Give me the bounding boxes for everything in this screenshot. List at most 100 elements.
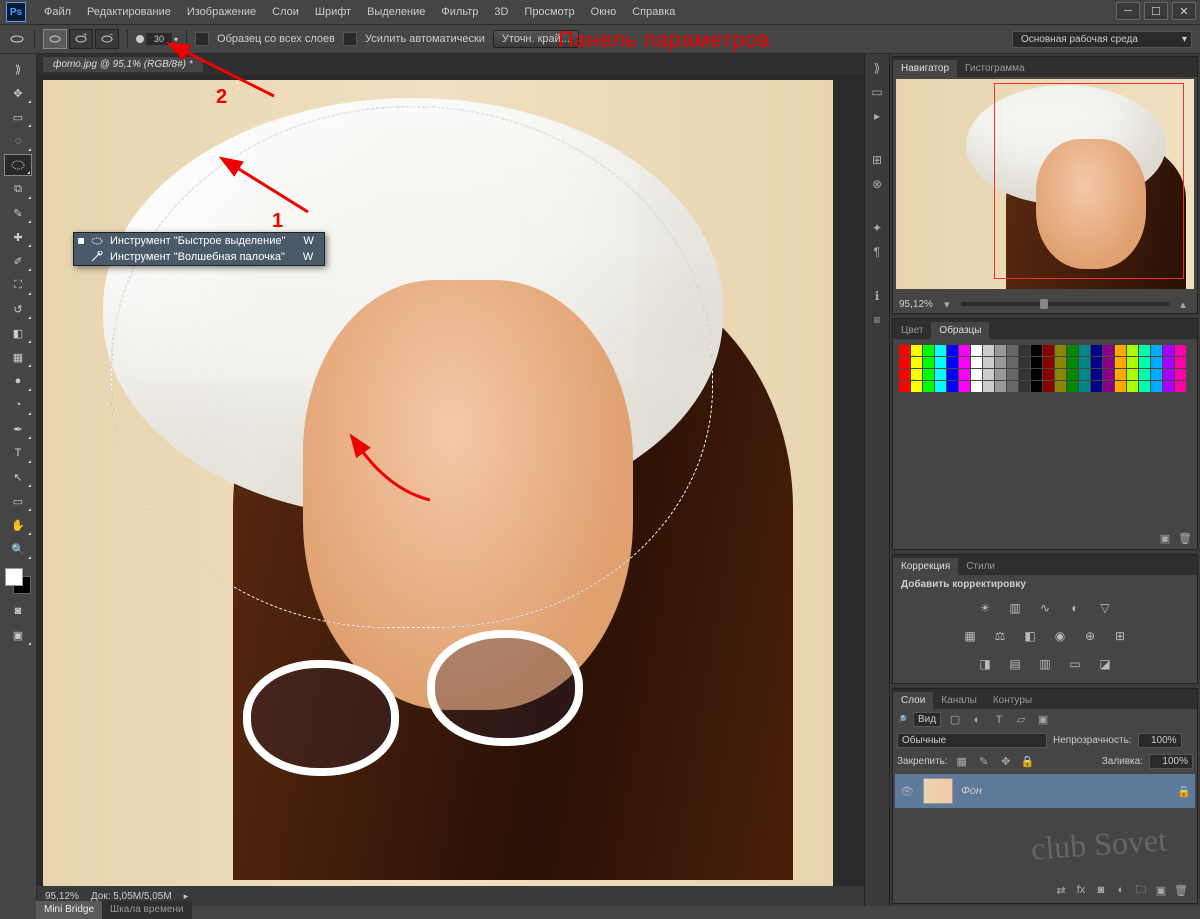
sub-selection-icon[interactable]: −	[95, 29, 119, 49]
exposure-icon[interactable]: ◐	[1066, 600, 1084, 616]
filter-shape-icon[interactable]: ▱	[1013, 713, 1029, 727]
tab-layers[interactable]: Слои	[893, 692, 933, 709]
color-swatch[interactable]	[5, 568, 31, 594]
para-panel-icon[interactable]: ¶	[869, 244, 885, 260]
layer-name[interactable]: Фон	[961, 785, 982, 797]
tab-navigator[interactable]: Навигатор	[893, 60, 957, 77]
mixer-icon[interactable]: ⊕	[1081, 628, 1099, 644]
menu-file[interactable]: Файл	[36, 3, 79, 21]
tab-swatches[interactable]: Образцы	[931, 322, 989, 339]
visibility-icon[interactable]: 👁	[899, 784, 915, 798]
tab-color[interactable]: Цвет	[893, 322, 931, 339]
lock-pixels-icon[interactable]: ▦	[954, 755, 970, 769]
brush-panel-icon[interactable]: ⊞	[869, 152, 885, 168]
tab-mini-bridge[interactable]: Mini Bridge	[36, 901, 102, 919]
blend-mode-dropdown[interactable]: Обычные	[897, 733, 1047, 748]
canvas[interactable]	[43, 80, 833, 890]
actions-panel-icon[interactable]: ▸	[869, 108, 885, 124]
link-layers-icon[interactable]: ⇄	[1053, 883, 1069, 897]
menu-help[interactable]: Справка	[624, 3, 683, 21]
screenmode-icon[interactable]: ▣	[4, 624, 32, 646]
group-icon[interactable]: 🗀	[1133, 883, 1149, 897]
new-selection-icon[interactable]	[43, 29, 67, 49]
tab-histogram[interactable]: Гистограмма	[957, 60, 1033, 77]
filter-smart-icon[interactable]: ▣	[1035, 713, 1051, 727]
fill-field[interactable]: 100%	[1149, 754, 1193, 769]
zoom-in-icon[interactable]: ▴	[1175, 297, 1191, 311]
menu-layers[interactable]: Слои	[264, 3, 307, 21]
eyedropper-tool-icon[interactable]: ✎	[4, 202, 32, 224]
status-menu-icon[interactable]: ▸	[184, 891, 189, 902]
levels-icon[interactable]: ▥	[1006, 600, 1024, 616]
menu-3d[interactable]: 3D	[486, 3, 516, 21]
threshold-icon[interactable]: ▥	[1036, 656, 1054, 672]
close-button[interactable]: ✕	[1172, 2, 1196, 20]
collapse-arrow-icon[interactable]: ⟫	[869, 60, 885, 76]
zoom-tool-icon[interactable]: 🔍	[4, 538, 32, 560]
sample-all-checkbox[interactable]	[195, 32, 209, 46]
new-swatch-icon[interactable]: ▣	[1157, 531, 1173, 545]
menu-window[interactable]: Окно	[583, 3, 625, 21]
zoom-out-icon[interactable]: ▾	[939, 297, 955, 311]
balance-icon[interactable]: ⚖	[991, 628, 1009, 644]
menu-view[interactable]: Просмотр	[516, 3, 582, 21]
photo-filter-icon[interactable]: ◉	[1051, 628, 1069, 644]
move-tool-icon[interactable]: ✥	[4, 82, 32, 104]
layer-filter-dropdown[interactable]: Вид	[913, 712, 941, 727]
vibrance-icon[interactable]: ▽	[1096, 600, 1114, 616]
curves-icon[interactable]: ∿	[1036, 600, 1054, 616]
filter-adj-icon[interactable]: ◐	[969, 713, 985, 727]
flyout-magic-wand[interactable]: Инструмент "Волшебная палочка" W	[74, 249, 324, 265]
navigator-viewbox[interactable]	[994, 83, 1184, 279]
hue-icon[interactable]: ▦	[961, 628, 979, 644]
navigator-thumbnail[interactable]	[896, 79, 1194, 289]
dodge-tool-icon[interactable]: ◔	[4, 394, 32, 416]
stamp-tool-icon[interactable]: ⛶	[4, 274, 32, 296]
brush-tool-icon[interactable]: ✐	[4, 250, 32, 272]
blur-tool-icon[interactable]: ●	[4, 370, 32, 392]
filter-img-icon[interactable]: ▢	[947, 713, 963, 727]
lock-all-icon[interactable]: 🔒	[1020, 755, 1036, 769]
swatches-grid[interactable]	[899, 345, 1195, 405]
invert-icon[interactable]: ◨	[976, 656, 994, 672]
gradient-tool-icon[interactable]: ▦	[4, 346, 32, 368]
menu-type[interactable]: Шрифт	[307, 3, 359, 21]
navigator-slider[interactable]	[961, 302, 1169, 306]
layer-row[interactable]: 👁 Фон 🔒	[895, 774, 1195, 808]
quick-select-tool-icon[interactable]	[4, 154, 32, 176]
foreground-color[interactable]	[5, 568, 23, 586]
info-panel-icon[interactable]: ℹ	[869, 288, 885, 304]
collapse-icon[interactable]: ⟫	[4, 58, 32, 80]
props-panel-icon[interactable]: ≡	[869, 312, 885, 328]
filter-type-icon[interactable]: T	[991, 713, 1007, 727]
flyout-quick-select[interactable]: Инструмент "Быстрое выделение" W	[74, 233, 324, 249]
eraser-tool-icon[interactable]: ◧	[4, 322, 32, 344]
menu-select[interactable]: Выделение	[359, 3, 433, 21]
mask-icon[interactable]: ◙	[1093, 883, 1109, 897]
brightness-icon[interactable]: ☀	[976, 600, 994, 616]
menu-edit[interactable]: Редактирование	[79, 3, 179, 21]
brush-size-field[interactable]: 30	[146, 33, 172, 45]
trash-icon[interactable]: 🗑	[1177, 531, 1193, 545]
lookup-icon[interactable]: ⊞	[1111, 628, 1129, 644]
history-panel-icon[interactable]: ▭	[869, 84, 885, 100]
lock-pos-icon[interactable]: ✥	[998, 755, 1014, 769]
opacity-field[interactable]: 100%	[1138, 733, 1182, 748]
tab-paths[interactable]: Контуры	[985, 692, 1040, 709]
document-tab[interactable]: фото.jpg @ 95,1% (RGB/8#) *	[43, 57, 203, 72]
char-panel-icon[interactable]: ✦	[869, 220, 885, 236]
tab-adjustments[interactable]: Коррекция	[893, 558, 958, 575]
menu-filter[interactable]: Фильтр	[433, 3, 486, 21]
minimize-button[interactable]: ─	[1116, 2, 1140, 20]
tab-styles[interactable]: Стили	[958, 558, 1003, 575]
selective-icon[interactable]: ◪	[1096, 656, 1114, 672]
hand-tool-icon[interactable]: ✋	[4, 514, 32, 536]
delete-layer-icon[interactable]: 🗑	[1173, 883, 1189, 897]
history-brush-tool-icon[interactable]: ↺	[4, 298, 32, 320]
tab-timeline[interactable]: Шкала времени	[102, 901, 191, 919]
pen-tool-icon[interactable]: ✒	[4, 418, 32, 440]
poster-icon[interactable]: ▤	[1006, 656, 1024, 672]
quickmask-icon[interactable]: ◙	[4, 600, 32, 622]
maximize-button[interactable]: ☐	[1144, 2, 1168, 20]
fx-icon[interactable]: fx	[1073, 883, 1089, 897]
